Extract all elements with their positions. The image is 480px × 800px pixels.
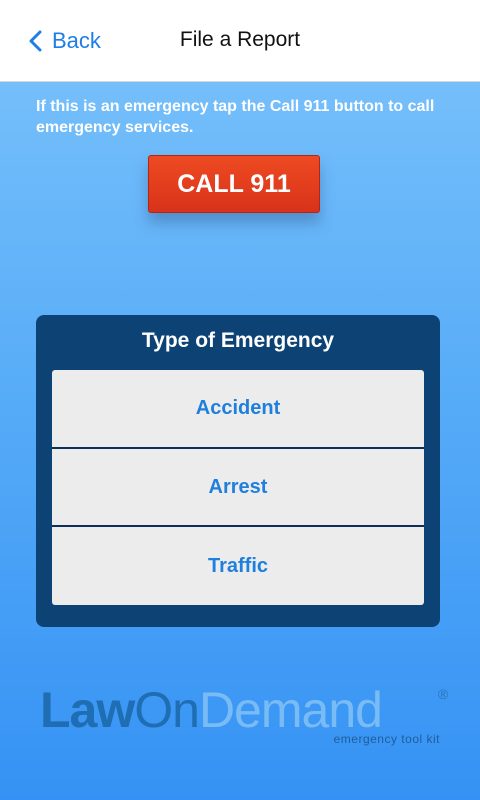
app-logo: LawOnDemand ® emergency tool kit [40, 680, 460, 750]
logo-wordmark: LawOnDemand [40, 680, 383, 740]
call-911-button[interactable]: CALL 911 [148, 155, 320, 213]
emergency-instructions: If this is an emergency tap the Call 911… [36, 98, 435, 136]
nav-bar: Back File a Report [0, 0, 480, 82]
registered-mark: ® [438, 686, 449, 702]
emergency-option-traffic[interactable]: Traffic [52, 527, 424, 605]
emergency-type-list: Accident Arrest Traffic [52, 370, 424, 605]
emergency-option-accident[interactable]: Accident [52, 370, 424, 447]
logo-tagline: emergency tool kit [333, 732, 440, 746]
panel-title: Type of Emergency [141, 329, 335, 352]
emergency-type-panel: Type of Emergency Accident Arrest Traffi… [36, 315, 440, 627]
logo-demand: Demand [198, 682, 383, 738]
logo-law: Law [40, 682, 135, 738]
page-title: File a Report [179, 28, 301, 51]
report-screen: Back File a Report If this is an emergen… [0, 0, 480, 800]
logo-on: On [134, 682, 200, 738]
emergency-option-arrest[interactable]: Arrest [52, 449, 424, 525]
